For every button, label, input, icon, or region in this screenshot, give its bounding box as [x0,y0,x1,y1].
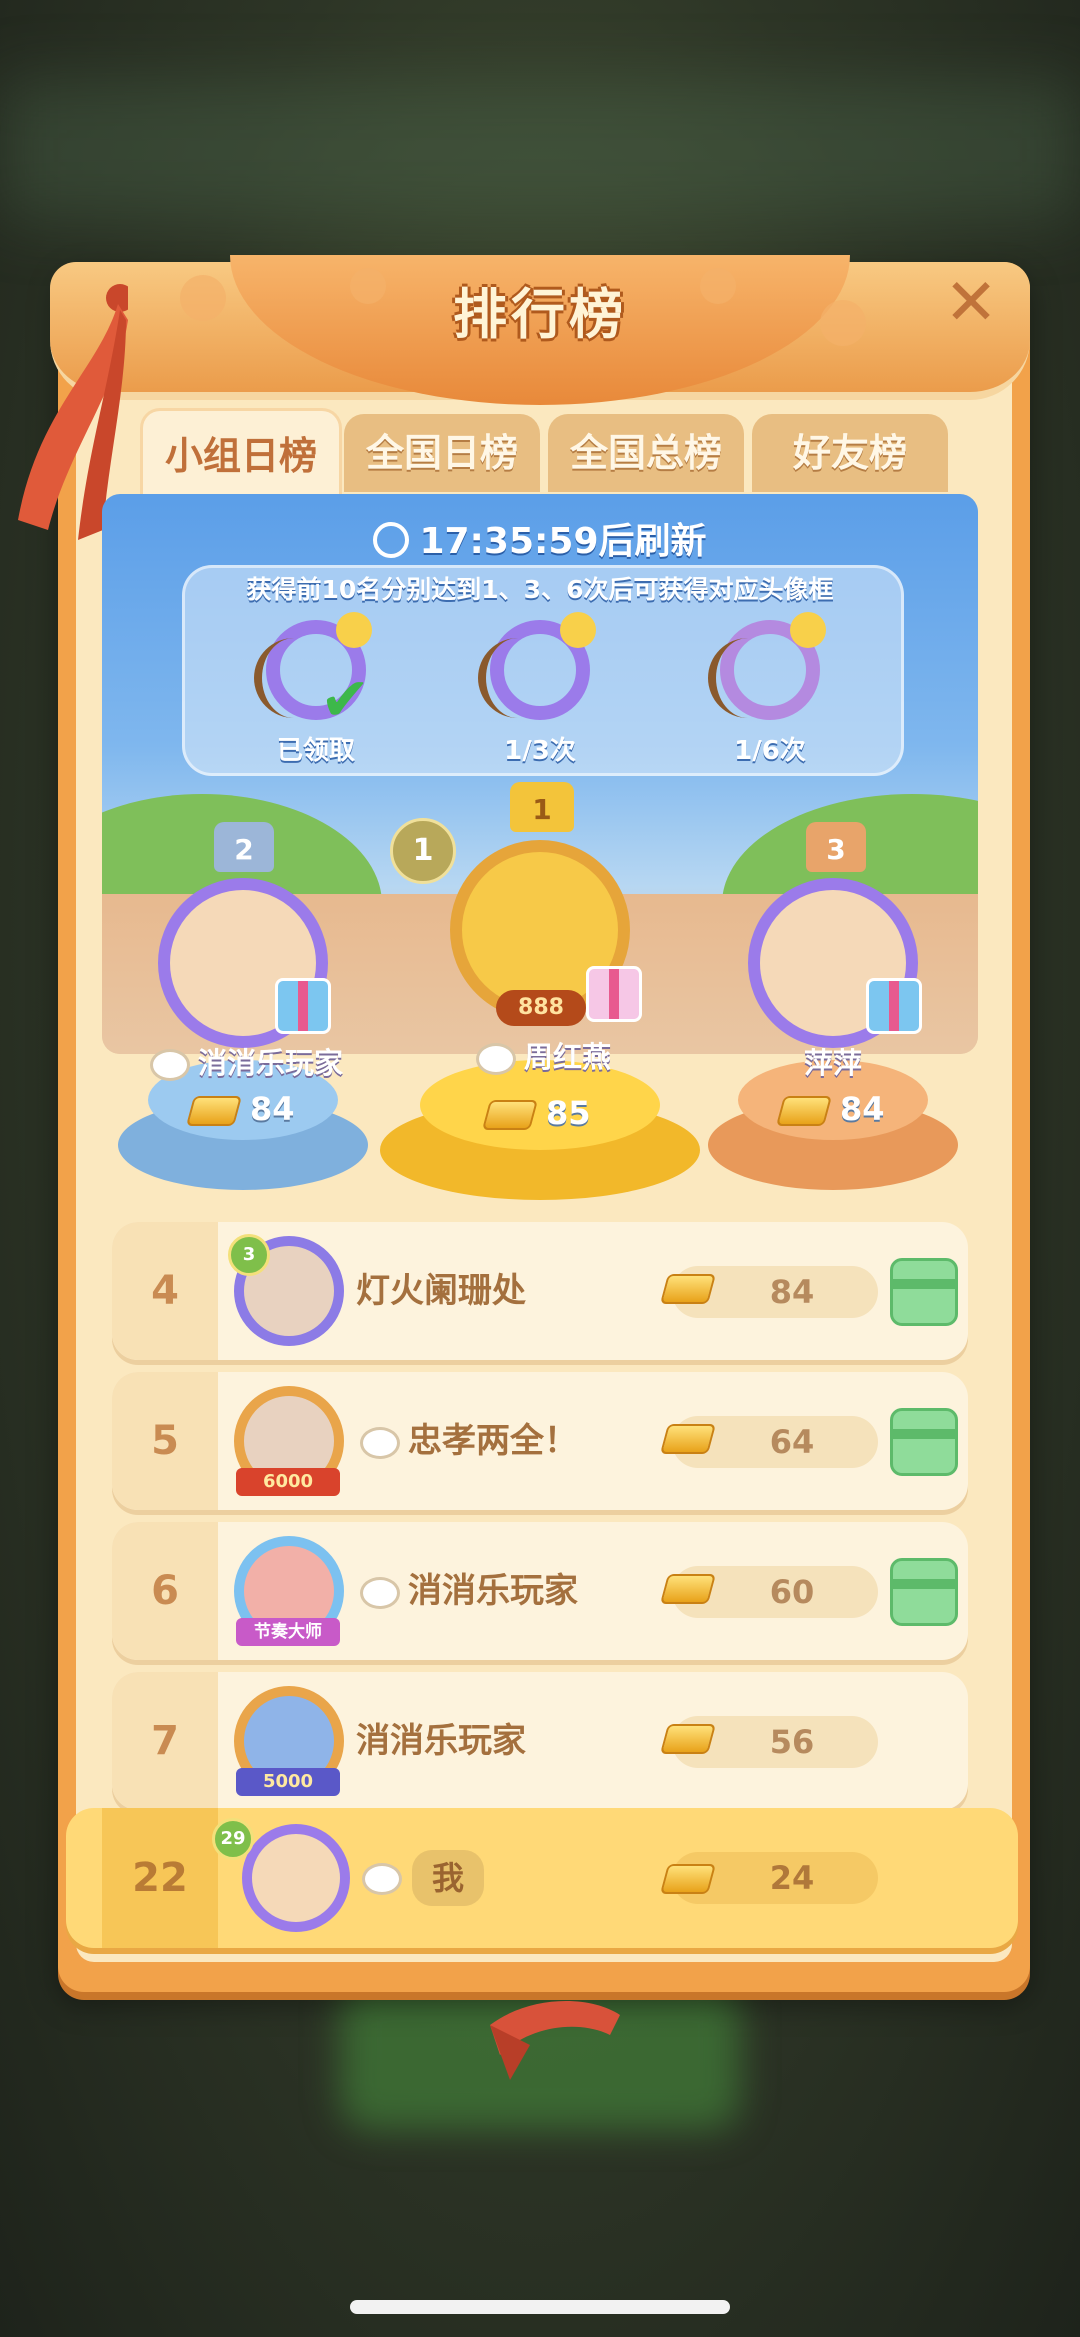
refresh-time: 17:35:59 [419,521,599,562]
my-rank-row[interactable]: 22 29 我 24 [66,1808,1018,1948]
rabbit-icon [362,1863,402,1895]
player-score: 84 [769,1273,815,1311]
podium-name-rank-2: 消消乐玩家 [150,1040,343,1082]
gold-bar-icon [185,1096,243,1126]
gold-bar-icon [659,1424,717,1454]
home-indicator[interactable] [350,2300,730,2314]
podium-score-rank-1: 85 [481,1094,591,1132]
tab-national-total[interactable]: 全国总榜 [548,414,744,492]
podium-score-text: 84 [250,1090,295,1128]
score-badge: 6000 [236,1468,340,1496]
clock-icon [373,522,410,558]
level-badge: 3 [228,1234,270,1276]
page-title: 排行榜 [453,283,627,346]
podium-name-text: 周红燕 [524,1040,612,1074]
podium-name-rank-1: 周红燕 [476,1034,611,1076]
podium-name-rank-3: 萍萍 [804,1046,863,1080]
tab-group-daily[interactable]: 小组日榜 [140,408,342,495]
refresh-suffix: 后刷新 [598,521,707,562]
frame-reward-2[interactable]: 1/3次 [460,610,620,770]
list-item[interactable]: 5 6000 忠孝两全！ 64 [112,1372,968,1510]
vine-icon [478,638,526,718]
check-icon: ✔ [320,665,371,735]
list-item[interactable]: 6 节奏大师 消消乐玩家 60 [112,1522,968,1660]
player-score: 64 [769,1423,815,1461]
frame-reward-1[interactable]: ✔ 已领取 [236,610,396,770]
crown-rank-2-icon: 2 [214,822,274,872]
rabbit-icon [476,1043,516,1075]
score-badge: 5000 [236,1768,340,1796]
list-item[interactable]: 4 3 灯火阑珊处 84 [112,1222,968,1360]
player-score: 60 [769,1573,815,1611]
gift-icon[interactable] [890,1408,958,1476]
rank-number: 4 [151,1268,179,1314]
crown-rank-1-icon: 1 [510,782,574,832]
my-name: 我 [412,1850,484,1906]
vip-badge: 888 [496,990,586,1026]
gold-bar-icon [775,1096,833,1126]
rank-number: 7 [151,1718,179,1764]
frame-reward-label: 已领取 [276,736,355,766]
player-name: 消消乐玩家 [356,1721,526,1761]
sun-icon [336,612,372,648]
player-name-text: 忠孝两全！ [408,1421,578,1461]
player-name-text: 消消乐玩家 [408,1571,578,1611]
background-blur [0,80,1080,220]
my-rank-number: 22 [102,1808,218,1948]
refresh-timer: 17:35:59后刷新 [0,512,1080,564]
rabbit-icon [150,1049,190,1081]
list-item[interactable]: 7 5000 消消乐玩家 56 [112,1672,968,1810]
rank-number: 5 [151,1418,179,1464]
crown-rank-3-icon: 3 [806,822,866,872]
rabbit-icon [360,1576,400,1609]
gold-bar-icon [659,1724,717,1754]
moon-icon [790,612,826,648]
vine-icon [254,638,302,718]
podium-score-text: 85 [546,1094,591,1132]
podium-score-rank-2: 84 [185,1090,295,1128]
level-badge: 1 [390,818,456,884]
gift-icon[interactable] [275,978,331,1034]
player-name: 灯火阑珊处 [356,1271,526,1311]
ribbon-bottom-decoration [490,2001,620,2080]
title-badge: 节奏大师 [236,1618,340,1646]
player-name: 消消乐玩家 [360,1522,578,1660]
tab-friends[interactable]: 好友榜 [752,414,948,492]
frame-rewards-title: 获得前10名分别达到1、3、6次后可获得对应头像框 [246,575,834,604]
gift-icon[interactable] [890,1558,958,1626]
frame-reward-label: 1/3次 [504,736,576,766]
podium-score-text: 84 [840,1090,885,1128]
gift-icon[interactable] [890,1258,958,1326]
vine-icon [708,638,756,718]
my-avatar[interactable] [242,1824,350,1932]
gift-icon[interactable] [866,978,922,1034]
rabbit-icon [360,1426,400,1459]
player-score: 56 [769,1723,815,1761]
podium-score-rank-3: 84 [775,1090,885,1128]
frame-reward-label: 1/6次 [734,736,806,766]
gold-bar-icon [481,1100,539,1130]
close-icon[interactable]: ✕ [944,266,998,340]
moon-icon [560,612,596,648]
gold-bar-icon [659,1864,717,1894]
rank-number: 6 [151,1568,179,1614]
gift-icon[interactable] [586,966,642,1022]
level-badge: 29 [212,1818,254,1860]
podium-name-text: 消消乐玩家 [198,1046,344,1080]
frame-reward-3[interactable]: 1/6次 [690,610,850,770]
gold-bar-icon [659,1274,717,1304]
my-score: 24 [769,1859,815,1897]
close-button[interactable]: ✕ [940,271,1002,335]
gold-bar-icon [659,1574,717,1604]
tab-bar: 小组日榜 全国日榜 全国总榜 好友榜 [140,408,950,495]
tab-national-daily[interactable]: 全国日榜 [344,414,540,492]
player-name: 忠孝两全！ [360,1372,578,1510]
